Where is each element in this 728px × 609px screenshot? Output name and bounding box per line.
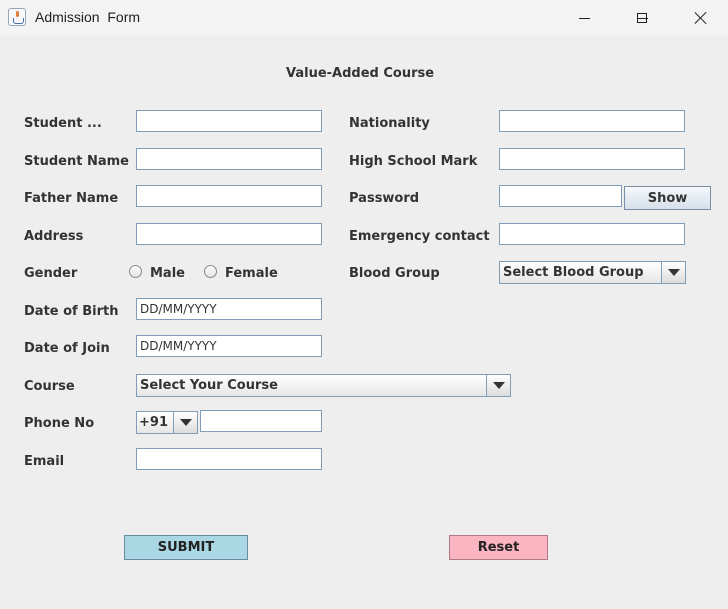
male-radio-label[interactable]: Male xyxy=(150,266,185,281)
chevron-down-icon xyxy=(179,419,192,426)
phone-code-dropdown[interactable]: +91 xyxy=(136,411,198,434)
student-id-input[interactable] xyxy=(136,110,322,132)
female-radio[interactable] xyxy=(204,265,217,278)
blood-group-dropdown[interactable]: Select Blood Group xyxy=(499,261,686,284)
doj-label: Date of Join xyxy=(24,341,110,356)
gender-label: Gender xyxy=(24,266,78,281)
minimize-button[interactable] xyxy=(561,0,607,36)
close-icon xyxy=(694,11,708,25)
female-radio-label[interactable]: Female xyxy=(225,266,278,281)
dob-label: Date of Birth xyxy=(24,304,119,319)
chevron-down-icon xyxy=(492,382,505,389)
email-label: Email xyxy=(24,454,65,469)
course-dropdown-arrow[interactable] xyxy=(486,375,510,396)
maximize-button[interactable] xyxy=(619,0,665,36)
doj-input[interactable] xyxy=(136,335,322,357)
blood-group-dropdown-arrow[interactable] xyxy=(661,262,685,283)
phone-code-value: +91 xyxy=(139,415,168,430)
student-name-input[interactable] xyxy=(136,148,322,170)
java-app-icon xyxy=(8,8,26,26)
chevron-down-icon xyxy=(667,269,680,276)
password-label: Password xyxy=(349,191,420,206)
blood-group-selected-value: Select Blood Group xyxy=(503,265,644,280)
high-school-mark-input[interactable] xyxy=(499,148,685,170)
window-title: Admission Form xyxy=(35,9,141,25)
address-input[interactable] xyxy=(136,223,322,245)
male-radio[interactable] xyxy=(129,265,142,278)
form-heading: Value-Added Course xyxy=(286,66,435,81)
nationality-label: Nationality xyxy=(349,116,430,131)
password-input[interactable] xyxy=(499,185,622,207)
close-button[interactable] xyxy=(678,0,724,36)
submit-button[interactable]: SUBMIT xyxy=(124,535,248,560)
high-school-mark-label: High School Mark xyxy=(349,154,478,169)
course-label: Course xyxy=(24,379,75,394)
course-dropdown[interactable]: Select Your Course xyxy=(136,374,511,397)
minimize-icon xyxy=(578,17,590,19)
admission-form-window: Admission Form Value-Added Course Studen… xyxy=(0,0,728,609)
phone-number-input[interactable] xyxy=(200,410,322,432)
maximize-icon xyxy=(637,13,647,23)
reset-button[interactable]: Reset xyxy=(449,535,548,560)
emergency-contact-label: Emergency contact xyxy=(349,229,490,244)
course-selected-value: Select Your Course xyxy=(140,378,278,393)
dob-input[interactable] xyxy=(136,298,322,320)
student-id-label: Student ... xyxy=(24,116,102,131)
blood-group-label: Blood Group xyxy=(349,266,440,281)
address-label: Address xyxy=(24,229,84,244)
father-name-input[interactable] xyxy=(136,185,322,207)
student-name-label: Student Name xyxy=(24,154,129,169)
emergency-contact-input[interactable] xyxy=(499,223,685,245)
show-password-button[interactable]: Show xyxy=(624,186,711,210)
phone-label: Phone No xyxy=(24,416,95,431)
nationality-input[interactable] xyxy=(499,110,685,132)
email-input[interactable] xyxy=(136,448,322,470)
father-name-label: Father Name xyxy=(24,191,119,206)
phone-code-dropdown-arrow[interactable] xyxy=(173,412,197,433)
